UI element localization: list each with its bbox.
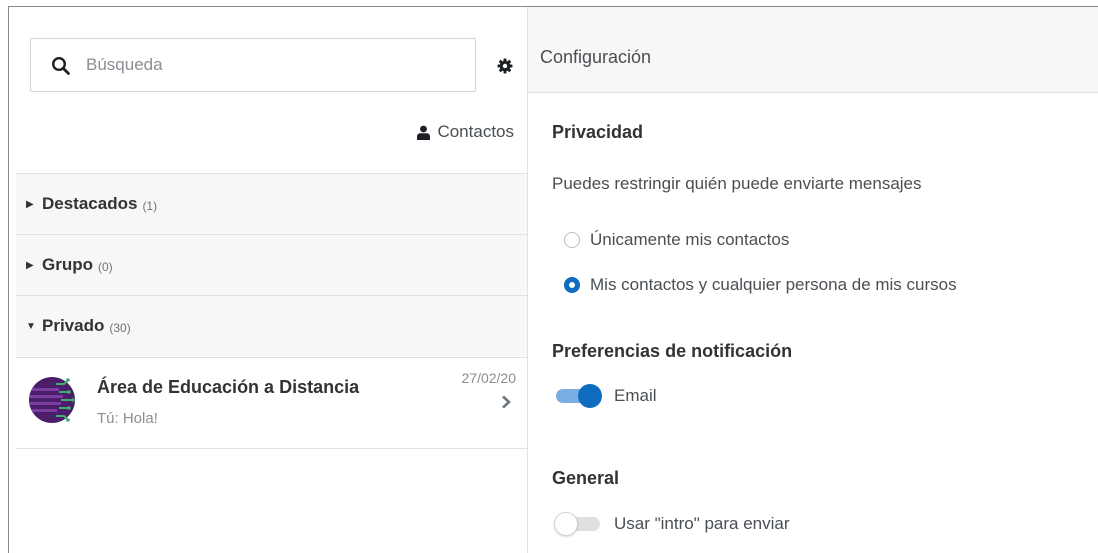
general-heading: General [552,468,620,488]
privacy-description: Puedes restringir quién puede enviarte m… [552,174,922,193]
email-label: Email [614,386,657,405]
conversation-list-panel: Contactos ▶ Destacados (1) ▶ Grupo (0) ▼… [16,7,527,553]
conversation-date: 27/02/20 [461,370,517,386]
caret-down-icon: ▼ [26,320,36,332]
caret-right-icon: ▶ [26,259,34,271]
section-destacados[interactable]: ▶ Destacados (1) [16,173,527,234]
contacts-link[interactable]: Contactos [416,122,514,142]
radio-label: Mis contactos y cualquier persona de mis… [590,275,957,294]
enter-to-send-toggle[interactable] [554,512,602,536]
caret-right-icon: ▶ [26,198,34,210]
privacy-heading: Privacidad [552,122,644,142]
section-count: (0) [98,259,113,274]
radio-button-checked[interactable] [564,277,580,293]
contacts-label: Contactos [437,122,514,141]
conversation-preview: Tú: Hola! [97,410,158,427]
gear-icon[interactable] [497,58,513,74]
radio-only-contacts[interactable]: Únicamente mis contactos [564,230,789,250]
section-title: Privado [42,316,105,335]
window-border-left [8,6,9,553]
enter-toggle-row[interactable]: Usar "intro" para enviar [554,512,790,536]
section-privado[interactable]: ▼ Privado (30) [16,295,527,356]
email-toggle-row[interactable]: Email [554,384,657,408]
toggle-knob [578,384,602,408]
conversation-name: Área de Educación a Distancia [97,377,360,397]
conversation-item[interactable]: Área de Educación a Distancia Tú: Hola! … [16,357,527,449]
avatar [29,377,75,423]
settings-title: Configuración [540,47,652,67]
search-input[interactable] [86,51,456,79]
radio-button-unchecked[interactable] [564,232,580,248]
settings-header: Configuración [528,7,1098,93]
section-count: (1) [142,198,158,213]
search-icon [51,56,70,75]
notifications-heading: Preferencias de notificación [552,341,793,361]
radio-contacts-and-courses[interactable]: Mis contactos y cualquier persona de mis… [564,275,957,295]
enter-to-send-label: Usar "intro" para enviar [614,514,790,533]
radio-label: Únicamente mis contactos [590,230,790,249]
section-title: Destacados [42,194,138,213]
settings-panel: Configuración Privacidad Puedes restring… [528,7,1098,553]
section-title: Grupo [42,255,93,274]
search-box[interactable] [30,38,476,92]
toggle-knob [554,512,578,536]
email-toggle[interactable] [554,384,602,408]
user-icon [417,125,431,140]
section-grupo[interactable]: ▶ Grupo (0) [16,234,527,295]
section-count: (30) [109,320,131,335]
chevron-right-icon [502,395,511,409]
